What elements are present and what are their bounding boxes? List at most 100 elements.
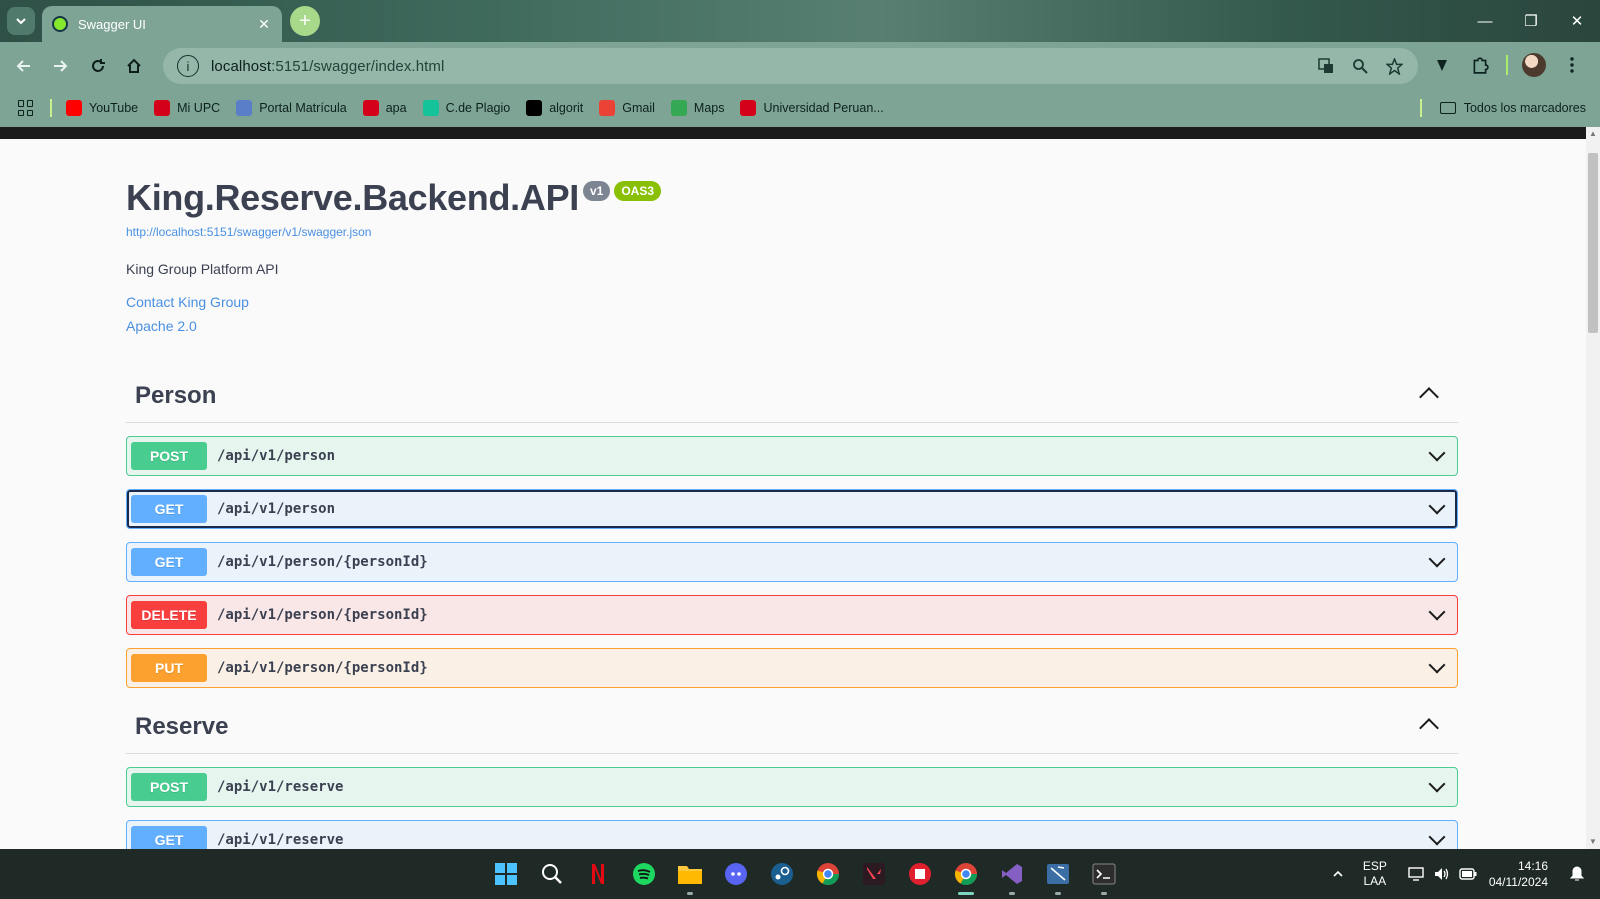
volume-icon[interactable] xyxy=(1431,863,1453,885)
bookmark-item[interactable]: Universidad Peruan... xyxy=(740,100,884,116)
operation-delete[interactable]: DELETE/api/v1/person/{personId} xyxy=(126,595,1458,635)
browser-tab-swagger[interactable]: Swagger UI ✕ xyxy=(42,6,282,42)
arrow-left-icon xyxy=(16,60,30,72)
home-icon xyxy=(127,58,141,73)
valorant-app[interactable] xyxy=(856,856,892,892)
bookmark-item[interactable]: YouTube xyxy=(66,100,138,116)
reload-button[interactable] xyxy=(84,52,112,80)
extensions-puzzle-icon[interactable] xyxy=(1468,53,1492,77)
bookmark-item[interactable]: Portal Matrícula xyxy=(236,100,347,116)
tag-sections: Person POST/api/v1/person GET/api/v1/perso… xyxy=(126,370,1458,849)
all-bookmarks[interactable]: Todos los marcadores xyxy=(1419,89,1586,127)
forward-button[interactable] xyxy=(46,52,74,80)
bookmark-item[interactable]: Mi UPC xyxy=(154,100,220,116)
chevron-down-icon[interactable] xyxy=(1428,603,1446,621)
chevron-up-icon[interactable] xyxy=(1419,387,1439,407)
method-badge: POST xyxy=(131,773,207,801)
network-icon[interactable] xyxy=(1405,863,1427,885)
discord-app[interactable] xyxy=(718,856,754,892)
tag-title: Person xyxy=(135,382,217,409)
running-indicator xyxy=(687,892,693,895)
new-tab-button[interactable]: + xyxy=(290,6,320,36)
back-button[interactable] xyxy=(10,52,38,80)
apps-grid-icon[interactable] xyxy=(18,100,34,116)
chevron-down-icon[interactable] xyxy=(1428,550,1446,568)
bookmark-star-icon[interactable] xyxy=(1384,56,1404,76)
version-badge: v1 xyxy=(582,181,611,201)
notification-bell-icon[interactable] xyxy=(1566,863,1588,885)
close-window-button[interactable]: ✕ xyxy=(1554,0,1600,42)
profile-avatar[interactable] xyxy=(1522,53,1546,77)
address-bar[interactable]: i localhost:5151/swagger/index.html xyxy=(163,48,1418,84)
bookmark-label: apa xyxy=(385,101,407,115)
folder-icon xyxy=(1439,102,1456,114)
netflix-app[interactable] xyxy=(580,856,616,892)
api-title-row: King.Reserve.Backend.API v1 OAS3 xyxy=(126,177,1458,219)
chevron-down-icon[interactable] xyxy=(1428,775,1446,793)
tab-search-button[interactable] xyxy=(7,7,35,35)
operation-put[interactable]: PUT/api/v1/person/{personId} xyxy=(126,648,1458,688)
start-button[interactable] xyxy=(488,856,524,892)
bookmark-item[interactable]: Gmail xyxy=(599,100,655,116)
tag-header[interactable]: Person xyxy=(126,370,1458,423)
extension-icon[interactable] xyxy=(1430,53,1454,77)
bookmark-item[interactable]: apa xyxy=(362,100,407,116)
method-badge: GET xyxy=(131,495,207,523)
site-info-icon[interactable]: i xyxy=(177,55,199,77)
operation-post[interactable]: POST/api/v1/reserve xyxy=(126,767,1458,807)
operation-get[interactable]: GET/api/v1/reserve xyxy=(126,820,1458,849)
bookmark-label: Portal Matrícula xyxy=(259,101,347,115)
translate-icon[interactable] xyxy=(1316,56,1336,76)
system-clock[interactable]: 14:16 04/11/2024 xyxy=(1489,858,1548,890)
system-tray: ESP LAA 14:16 04/11/2024 xyxy=(1323,849,1600,899)
anydesk-app[interactable] xyxy=(902,856,938,892)
scrollbar-thumb[interactable] xyxy=(1588,153,1598,333)
running-indicator xyxy=(958,892,974,895)
steam-app[interactable] xyxy=(764,856,800,892)
folder-icon xyxy=(678,866,702,884)
method-badge: GET xyxy=(131,826,207,849)
bookmark-item[interactable]: algorit xyxy=(526,100,583,116)
chevron-down-icon[interactable] xyxy=(1428,656,1446,674)
minimize-button[interactable]: — xyxy=(1462,0,1508,42)
chrome-profile-app[interactable] xyxy=(948,856,984,895)
upc-icon xyxy=(154,100,171,116)
bookmark-item[interactable]: C.de Plagio xyxy=(422,100,510,116)
spotify-app[interactable] xyxy=(626,856,662,892)
chevron-up-icon[interactable] xyxy=(1419,718,1439,738)
operation-get[interactable]: GET/api/v1/person/{personId} xyxy=(126,542,1458,582)
input-language[interactable]: ESP LAA xyxy=(1363,859,1387,889)
sql-server-app[interactable] xyxy=(1040,856,1076,895)
license-link[interactable]: Apache 2.0 xyxy=(126,318,1458,334)
battery-icon[interactable] xyxy=(1457,863,1479,885)
page-scrollbar[interactable]: ▲ ▼ xyxy=(1586,127,1600,849)
restore-button[interactable]: ❐ xyxy=(1508,0,1554,42)
file-explorer-app[interactable] xyxy=(672,856,708,895)
operation-path: /api/v1/person/{personId} xyxy=(217,554,428,570)
tab-close-button[interactable]: ✕ xyxy=(256,16,272,32)
bookmarks-right-separator xyxy=(1419,99,1422,117)
zoom-icon[interactable] xyxy=(1350,56,1370,76)
operation-get[interactable]: GET/api/v1/person xyxy=(126,489,1458,529)
windows-taskbar: ESP LAA 14:16 04/11/2024 xyxy=(0,849,1600,899)
menu-kebab-icon[interactable] xyxy=(1560,53,1584,77)
terminal-app[interactable] xyxy=(1086,856,1122,895)
page-viewport: King.Reserve.Backend.API v1 OAS3 http://… xyxy=(0,127,1600,849)
spec-url-link[interactable]: http://localhost:5151/swagger/v1/swagger… xyxy=(126,225,1458,239)
visual-studio-app[interactable] xyxy=(994,856,1030,895)
home-button[interactable] xyxy=(120,52,148,80)
bookmark-item[interactable]: Maps xyxy=(670,100,724,116)
operation-post[interactable]: POST/api/v1/person xyxy=(126,436,1458,476)
windows-logo-icon xyxy=(495,863,517,885)
tray-overflow-chevron-up-icon[interactable] xyxy=(1327,863,1349,885)
contact-link[interactable]: Contact King Group xyxy=(126,294,1458,310)
scroll-down-arrow-icon[interactable]: ▼ xyxy=(1588,837,1598,847)
search-button[interactable] xyxy=(534,856,570,892)
chevron-down-icon[interactable] xyxy=(1428,497,1446,515)
chrome-app[interactable] xyxy=(810,856,846,892)
tag-header[interactable]: Reserve xyxy=(126,701,1458,754)
scroll-up-arrow-icon[interactable]: ▲ xyxy=(1588,129,1598,139)
chevron-down-icon xyxy=(16,18,26,25)
chevron-down-icon[interactable] xyxy=(1428,444,1446,462)
chevron-down-icon[interactable] xyxy=(1428,828,1446,846)
